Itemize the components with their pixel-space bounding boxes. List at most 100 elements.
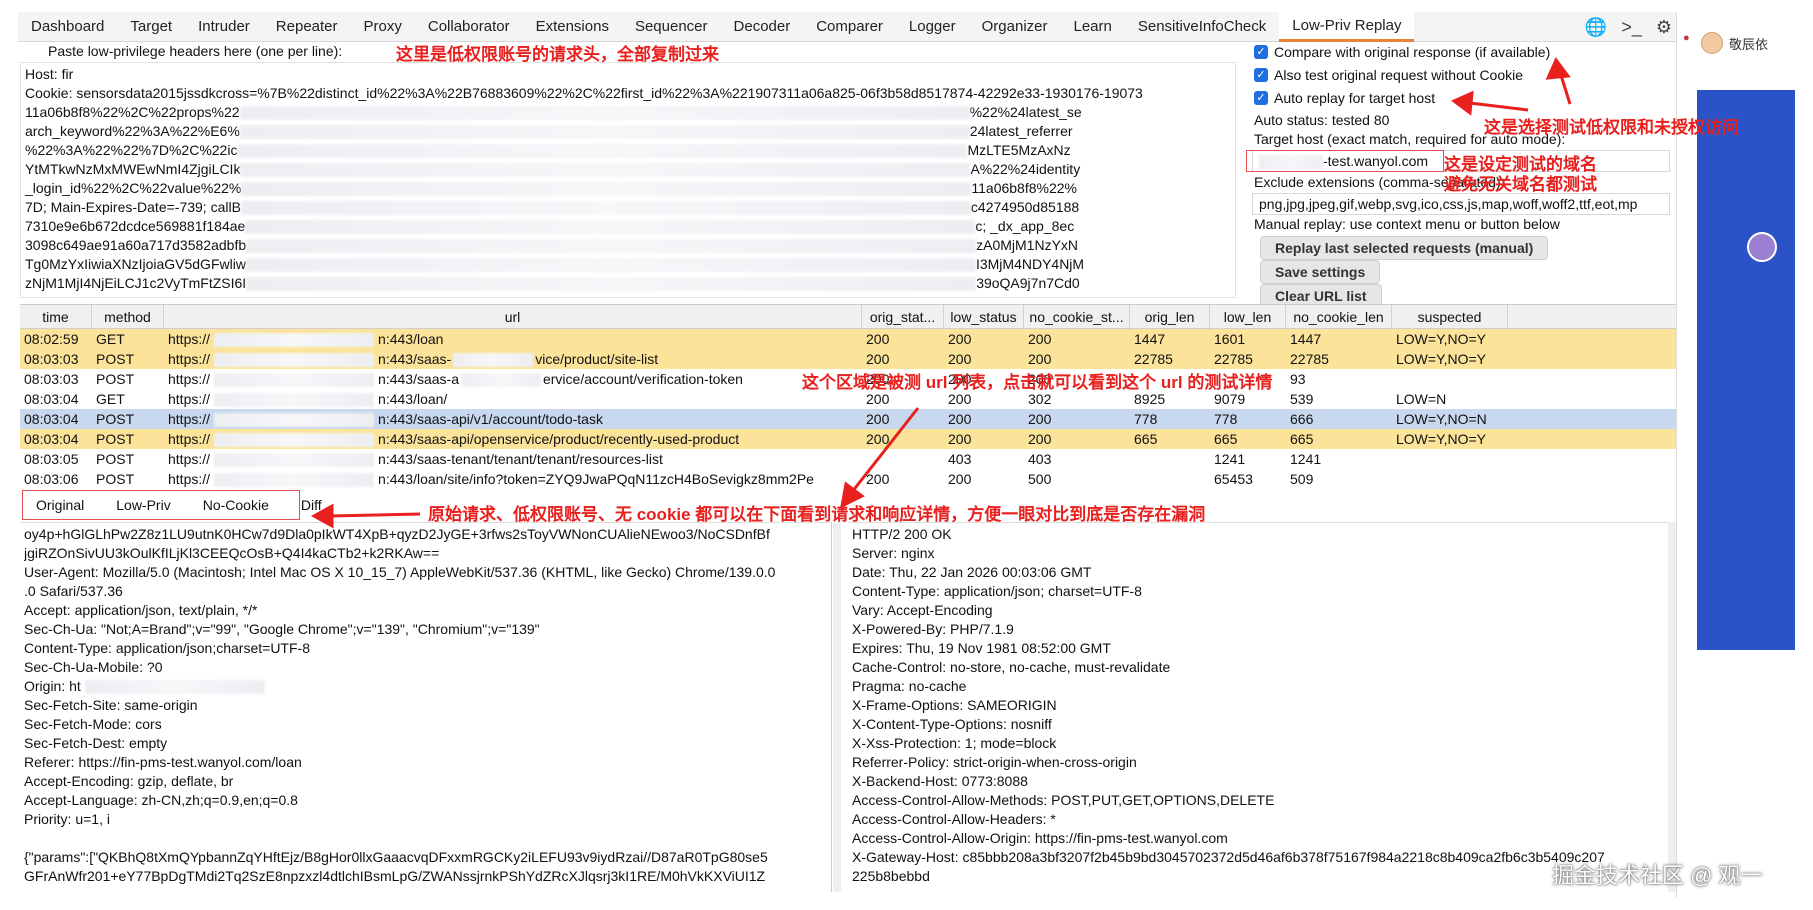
checkbox-checked-icon: ✓: [1254, 45, 1268, 59]
tab-dashboard[interactable]: Dashboard: [18, 12, 117, 42]
header-line-text: 24latest_referrer: [969, 123, 1073, 139]
annotation-mode: 这是选择测试低权限和未授权访问: [1484, 118, 1739, 137]
floating-assistant-icon[interactable]: [1747, 232, 1777, 262]
notification-dot-icon: ●: [1683, 32, 1690, 44]
tab-low-priv-replay[interactable]: Low-Priv Replay: [1279, 11, 1415, 42]
annotation-box: [22, 490, 300, 520]
cell-no-cookie-len: 22785: [1290, 351, 1329, 367]
cell-low-len: 1241: [1214, 451, 1246, 467]
tab-organizer[interactable]: Organizer: [969, 12, 1061, 42]
cell-url: https:// n:443/loan: [164, 329, 862, 349]
response-line: X-Powered-By: PHP/7.1.9: [852, 621, 1014, 637]
table-row[interactable]: 08:03:03 POST https:// n:443/saas-vice/prod…: [20, 349, 1676, 369]
gear-icon[interactable]: ⚙: [1656, 17, 1672, 38]
response-viewer[interactable]: HTTP/2 200 OK Server: nginx Date: Thu, 22 …: [848, 522, 1668, 892]
table-row[interactable]: 08:03:04 POST https:// n:443/saas-api/v1/ac…: [20, 409, 1676, 429]
tab-learn[interactable]: Learn: [1060, 12, 1124, 42]
cell-orig-len: [1130, 469, 1210, 489]
header-line-text: 11a06b8f8%22%: [971, 180, 1077, 196]
col-orig-len[interactable]: orig_len: [1130, 305, 1210, 328]
response-line: Cache-Control: no-store, no-cache, must-…: [852, 659, 1171, 675]
tab-decoder[interactable]: Decoder: [721, 12, 804, 42]
col-low-status[interactable]: low_status: [944, 305, 1024, 328]
header-line-text: YtMTkwNzMxMWEwNmI4ZjgiLCIk: [25, 161, 241, 177]
tab-collaborator[interactable]: Collaborator: [415, 12, 523, 42]
table-row[interactable]: 08:03:05 POST https:// n:443/saas-tenant/te…: [20, 449, 1676, 469]
request-viewer[interactable]: oy4p+hGlGLhPw2Z8z1LU9utnK0HCw7d9Dla0pIkW…: [20, 522, 832, 892]
table-row[interactable]: 08:03:04 POST https:// n:443/saas-api/opens…: [20, 429, 1676, 449]
table-row[interactable]: 08:03:06 POST https:// n:443/loan/site/info…: [20, 469, 1676, 489]
tab-logger[interactable]: Logger: [896, 12, 969, 42]
tab-sequencer[interactable]: Sequencer: [622, 12, 721, 42]
redacted-text: [240, 201, 971, 216]
request-line: Sec-Ch-Ua: "Not;A=Brand";v="99", "Google…: [24, 621, 540, 637]
tab-extensions[interactable]: Extensions: [523, 12, 622, 42]
save-settings-button[interactable]: Save settings: [1260, 260, 1381, 284]
col-low-len[interactable]: low_len: [1210, 305, 1286, 328]
col-method[interactable]: method: [92, 305, 164, 328]
table-row[interactable]: 08:02:59 GET https:// n:443/loan 200 200 200 14…: [20, 329, 1676, 349]
request-line: User-Agent: Mozilla/5.0 (Macintosh; Inte…: [24, 564, 776, 580]
header-line-text: 11a06b8f8%22%2C%22props%22: [25, 104, 240, 120]
col-suspected[interactable]: suspected: [1392, 305, 1508, 328]
cell-method: POST: [96, 351, 135, 367]
compare-checkbox[interactable]: ✓ Compare with original response (if ava…: [1254, 44, 1550, 60]
header-line-text: c4274950d85188: [970, 199, 1080, 215]
col-url[interactable]: url: [164, 305, 862, 328]
redacted-text: [214, 473, 375, 488]
cell-no-cookie-len: 93: [1290, 371, 1306, 387]
cell-no-cookie-len: 666: [1290, 411, 1314, 427]
col-no-cookie-status[interactable]: no_cookie_st...: [1024, 305, 1130, 328]
tab-target[interactable]: Target: [117, 12, 185, 42]
cell-orig-len: 22785: [1134, 351, 1173, 367]
col-time[interactable]: time: [20, 305, 92, 328]
cell-no-cookie-status: 200: [1028, 351, 1052, 367]
cell-low-status: 200: [948, 431, 972, 447]
arrow-line: [329, 512, 421, 518]
annotation-paste: 这里是低权限账号的请求头，全部复制过来: [396, 45, 719, 64]
side-banner: [1697, 90, 1795, 650]
request-line: Accept-Language: zh-CN,zh;q=0.9,en;q=0.8: [24, 792, 298, 808]
cell-suspected: LOW=Y,NO=N: [1396, 411, 1487, 427]
auto-replay-checkbox[interactable]: ✓ Auto replay for target host: [1254, 90, 1435, 106]
manual-label: Manual replay: use context menu or butto…: [1254, 216, 1560, 232]
tab-proxy[interactable]: Proxy: [351, 12, 415, 42]
response-line: Server: nginx: [852, 545, 935, 561]
request-line: oy4p+hGlGLhPw2Z8z1LU9utnK0HCw7d9Dla0pIkW…: [24, 526, 770, 542]
col-no-cookie-len[interactable]: no_cookie_len: [1286, 305, 1392, 328]
cell-orig-len: 1447: [1134, 331, 1166, 347]
response-line: X-Content-Type-Options: nosniff: [852, 716, 1052, 732]
exclude-input[interactable]: png,jpg,jpeg,gif,webp,svg,ico,css,js,map…: [1252, 193, 1670, 215]
url-prefix: https://: [168, 351, 211, 367]
also-test-checkbox[interactable]: ✓ Also test original request without Coo…: [1254, 67, 1523, 83]
tab-sensitiveinfocheck[interactable]: SensitiveInfoCheck: [1125, 12, 1279, 42]
replay-button[interactable]: Replay last selected requests (manual): [1260, 236, 1549, 260]
header-line: zNjM1MjI4NjEiLCJ1c2VyTmFtZSI6I 39oQA9j7n7…: [25, 274, 1231, 293]
header-line: Cookie: sensorsdata2015jssdkcross=%7B%22…: [25, 84, 1231, 103]
low-priv-headers-textarea[interactable]: Host: fir Cookie: sensorsdata2015jssdkcro…: [20, 62, 1236, 298]
col-orig-status[interactable]: orig_stat...: [862, 305, 944, 328]
cell-url: https:// n:443/saas-api/openservice/produ…: [164, 429, 862, 449]
header-line-text: 7D; Main-Expires-Date=-739; callB: [25, 199, 241, 215]
tab-comparer[interactable]: Comparer: [803, 12, 896, 42]
redacted-text: [239, 125, 970, 140]
response-scrollbar[interactable]: [1668, 522, 1676, 892]
cell-no-cookie-len: 1241: [1290, 451, 1322, 467]
redacted-text: [214, 453, 375, 468]
request-line: Content-Type: application/json;charset=U…: [24, 640, 310, 656]
tab-repeater[interactable]: Repeater: [263, 12, 351, 42]
globe-icon[interactable]: 🌐: [1585, 17, 1607, 38]
tab-intruder[interactable]: Intruder: [185, 12, 263, 42]
avatar[interactable]: [1701, 32, 1723, 54]
cell-time: 08:03:03: [24, 351, 79, 367]
response-line: Referrer-Policy: strict-origin-when-cros…: [852, 754, 1137, 770]
redacted-text: [245, 258, 976, 273]
header-line: 7310e9e6b672dcdce569881f184ae c; _dx_app_…: [25, 217, 1231, 236]
cell-time: 08:03:04: [24, 411, 79, 427]
terminal-icon[interactable]: >_: [1621, 17, 1642, 38]
url-path: n:443/loan: [378, 331, 444, 347]
request-scrollbar[interactable]: [833, 522, 841, 892]
redacted-text: [214, 353, 375, 368]
header-line-text: 39oQA9j7n7Cd0: [976, 275, 1080, 291]
header-line: M4T0n8GNO5aF; MainCommonToken=6EMiH.Il45…: [25, 293, 1231, 297]
